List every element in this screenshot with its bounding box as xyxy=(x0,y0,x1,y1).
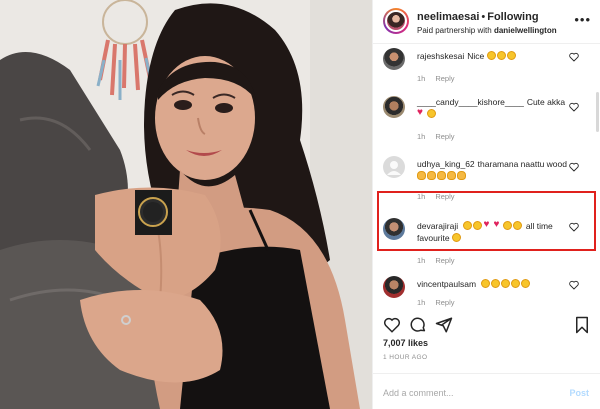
reply-button[interactable]: Reply xyxy=(435,74,454,83)
emoji-face-icon xyxy=(481,279,491,288)
comment-like-heart-icon[interactable] xyxy=(569,102,579,112)
emoji-face-icon xyxy=(486,51,496,60)
post-header: neelimaesai • Following Paid partnership w… xyxy=(373,0,600,44)
comment-text: rajeshskesai Nice xyxy=(417,50,567,62)
comment-age: 1h xyxy=(417,132,426,141)
comment-icon[interactable] xyxy=(409,316,427,334)
post-timestamp: 1 HOUR AGO xyxy=(383,354,428,361)
photo-illustration xyxy=(0,0,372,409)
comment-text: udhya_king_62 tharamana naattu wood xyxy=(417,158,567,182)
comment-like-heart-icon[interactable] xyxy=(569,280,579,290)
commenter-avatar[interactable] xyxy=(383,48,405,70)
post-comment-button[interactable]: Post xyxy=(569,388,589,398)
post-actions-bar xyxy=(373,312,600,340)
author-avatar[interactable] xyxy=(383,8,409,34)
comment-like-heart-icon[interactable] xyxy=(569,52,579,62)
partnership-line: Paid partnership with danielwellington xyxy=(417,26,557,35)
commenter-username[interactable]: vincentpaulsam xyxy=(417,279,476,289)
author-username[interactable]: neelimaesai xyxy=(417,11,479,23)
heart-icon[interactable] xyxy=(383,316,401,334)
author-line: neelimaesai • Following xyxy=(417,11,539,23)
reply-button[interactable]: Reply xyxy=(435,298,454,307)
emoji-hand-icon xyxy=(437,171,446,180)
comment-meta: 1h Reply xyxy=(417,256,455,265)
emoji-hand-icon xyxy=(417,171,426,180)
comment-meta: 1h Reply xyxy=(417,74,455,83)
post-photo[interactable] xyxy=(0,0,372,409)
comment-text: vincentpaulsam xyxy=(417,278,567,290)
comment-age: 1h xyxy=(417,298,426,307)
commenter-username[interactable]: udhya_king_62 xyxy=(417,159,475,169)
separator-dot: • xyxy=(481,11,486,23)
reply-button[interactable]: Reply xyxy=(435,256,454,265)
emoji-face-icon xyxy=(491,279,501,288)
comments-list[interactable]: rajeshskesai Nice 1h Reply ____candy____ki… xyxy=(373,44,600,312)
more-horizontal-icon[interactable]: ••• xyxy=(574,12,591,27)
post-side-panel: neelimaesai • Following Paid partnership w… xyxy=(372,0,600,409)
commenter-username[interactable]: rajeshskesai xyxy=(417,51,464,61)
emoji-heart-icon xyxy=(417,107,426,119)
commenter-avatar-default[interactable] xyxy=(383,156,405,178)
follow-status-button[interactable]: Following xyxy=(487,11,538,23)
likes-count[interactable]: 7,007 likes xyxy=(383,338,428,348)
emoji-face-icon xyxy=(521,279,531,288)
commenter-avatar[interactable] xyxy=(383,96,405,118)
partner-link[interactable]: danielwellington xyxy=(494,26,557,35)
comment-body: tharamana naattu wood xyxy=(477,159,567,169)
comment-highlight-box xyxy=(377,191,596,251)
comment-meta: 1h Reply xyxy=(417,298,455,307)
comment-meta: 1h Reply xyxy=(417,132,455,141)
emoji-face-icon xyxy=(496,51,506,60)
partnership-prefix: Paid partnership with xyxy=(417,26,494,35)
emoji-face-icon xyxy=(501,279,511,288)
comment-composer: Add a comment... Post xyxy=(373,373,600,409)
add-comment-input[interactable]: Add a comment... xyxy=(383,388,454,398)
comment-like-heart-icon[interactable] xyxy=(569,162,579,172)
emoji-hand-icon xyxy=(427,171,436,180)
send-icon[interactable] xyxy=(435,316,453,334)
comment-age: 1h xyxy=(417,74,426,83)
emoji-hand-icon xyxy=(447,171,456,180)
reply-button[interactable]: Reply xyxy=(435,132,454,141)
comments-scrollbar[interactable] xyxy=(596,92,599,132)
commenter-username[interactable]: ____candy____kishore____ xyxy=(417,97,524,107)
comment-age: 1h xyxy=(417,256,426,265)
emoji-face-icon xyxy=(506,51,516,60)
emoji-face-icon xyxy=(511,279,521,288)
comment-body: Nice xyxy=(467,51,485,61)
commenter-avatar[interactable] xyxy=(383,276,405,298)
bookmark-icon[interactable] xyxy=(573,316,591,334)
emoji-hand-icon xyxy=(457,171,466,180)
comment-text: ____candy____kishore____ Cute akka xyxy=(417,96,567,120)
emoji-face-icon xyxy=(427,109,436,118)
comment-body: Cute akka xyxy=(526,97,566,107)
